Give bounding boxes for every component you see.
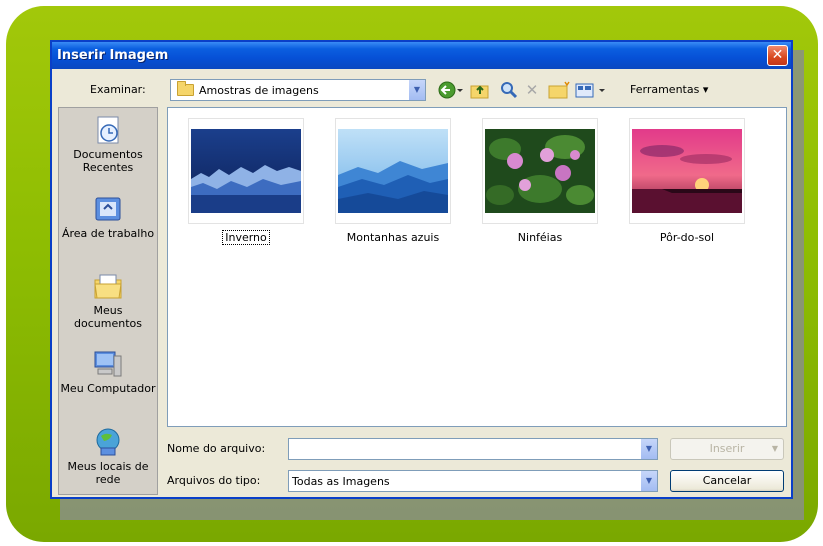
file-label-montanhas[interactable]: Montanhas azuis [335, 231, 451, 244]
place-label: Meus locais de rede [67, 460, 149, 486]
close-button[interactable]: ✕ [767, 45, 788, 66]
chevron-down-icon[interactable]: ▼ [640, 471, 657, 491]
place-desktop[interactable]: Área de trabalho [59, 193, 157, 240]
filetype-label: Arquivos do tipo: [167, 474, 261, 487]
file-label-ninfeias[interactable]: Ninféias [482, 231, 598, 244]
lookin-value: Amostras de imagens [199, 83, 319, 97]
cancel-button[interactable]: Cancelar [670, 470, 784, 492]
place-label: Meus documentos [74, 304, 142, 330]
new-folder-icon [548, 81, 570, 99]
tools-menu-button[interactable]: Ferramentas ▾ [630, 83, 708, 96]
filetype-dropdown[interactable]: Todas as Imagens ▼ [288, 470, 658, 492]
my-computer-icon [92, 348, 124, 380]
lookin-dropdown[interactable]: Amostras de imagens ▼ [170, 79, 426, 101]
search-web-button[interactable] [498, 79, 520, 101]
search-icon [501, 82, 518, 99]
up-folder-button[interactable] [469, 79, 491, 101]
new-folder-button[interactable] [547, 79, 571, 101]
network-places-icon [92, 426, 124, 458]
place-my-documents[interactable]: Meus documentos [59, 270, 157, 330]
places-bar: Documentos Recentes Área de trabalho Meu… [58, 107, 158, 495]
insert-image-dialog: Inserir Imagem ✕ Examinar: Amostras de i… [50, 40, 793, 499]
filetype-value: Todas as Imagens [292, 475, 390, 488]
file-label-por-do-sol[interactable]: Pôr-do-sol [629, 231, 745, 244]
desktop-icon [92, 193, 124, 225]
back-button[interactable] [436, 79, 466, 101]
chevron-down-icon[interactable]: ▼ [640, 439, 657, 459]
place-recent-documents[interactable]: Documentos Recentes [59, 114, 157, 174]
dialog-title: Inserir Imagem [57, 48, 169, 63]
place-network[interactable]: Meus locais de rede [59, 426, 157, 486]
file-item-inverno[interactable] [188, 118, 304, 224]
recent-documents-icon [92, 114, 124, 146]
chevron-down-icon: ▼ [771, 444, 778, 453]
views-button[interactable] [574, 79, 608, 101]
place-label: Área de trabalho [61, 227, 155, 240]
delete-icon: ✕ [525, 81, 539, 99]
delete-button[interactable]: ✕ [522, 79, 542, 101]
file-item-ninfeias[interactable] [482, 118, 598, 224]
lookin-label: Examinar: [90, 83, 146, 96]
mountains-thumbnail [338, 129, 448, 213]
chevron-down-icon[interactable]: ▼ [408, 80, 425, 100]
sunset-thumbnail [632, 129, 742, 213]
file-item-montanhas[interactable] [335, 118, 451, 224]
my-documents-icon [92, 270, 124, 302]
title-bar[interactable]: Inserir Imagem ✕ [52, 42, 791, 69]
up-folder-icon [470, 85, 489, 99]
place-my-computer[interactable]: Meu Computador [59, 348, 157, 395]
filename-input[interactable]: ▼ [288, 438, 658, 460]
file-label-inverno[interactable]: Inverno [188, 230, 304, 245]
file-list-view[interactable]: Inverno Montanhas azuis Ninféias Pôr-do-… [167, 107, 787, 427]
file-item-por-do-sol[interactable] [629, 118, 745, 224]
winter-thumbnail [191, 129, 301, 213]
filename-label: Nome do arquivo: [167, 442, 266, 455]
views-icon [575, 83, 605, 98]
back-icon [438, 81, 463, 99]
insert-button[interactable]: Inserir ▼ [670, 438, 784, 460]
water-lilies-thumbnail [485, 129, 595, 213]
place-label: Documentos Recentes [73, 148, 143, 174]
folder-icon [177, 81, 194, 96]
place-label: Meu Computador [60, 382, 156, 395]
